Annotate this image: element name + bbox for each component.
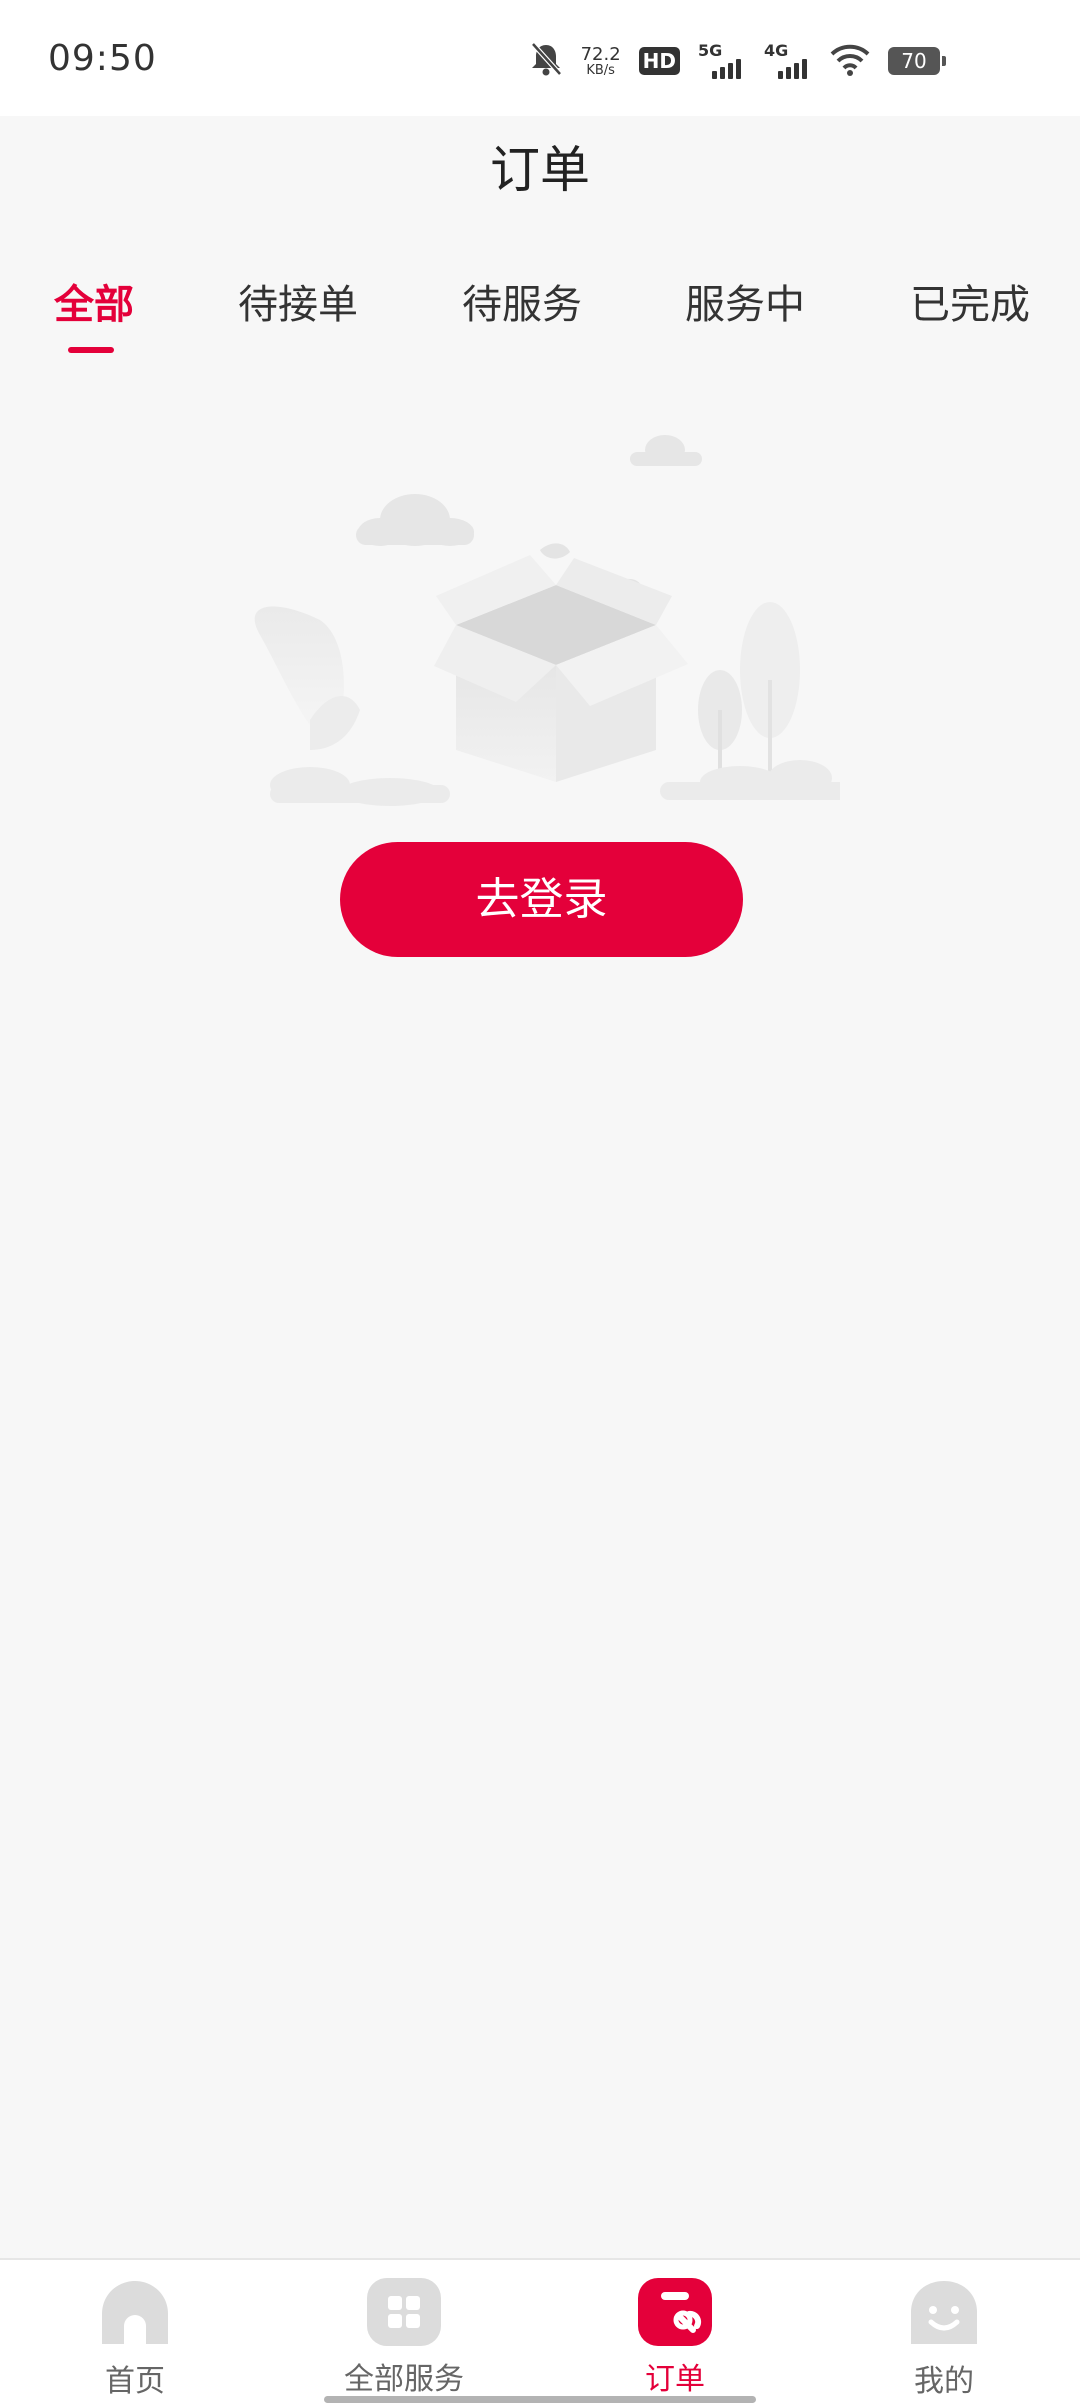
bottom-nav: 首页 全部服务 订单 我的 (0, 2258, 1080, 2408)
nav-label-orders: 订单 (645, 2362, 705, 2397)
wifi-icon (830, 42, 870, 80)
hd-icon: HD (638, 47, 680, 75)
nav-item-profile[interactable]: 我的 (864, 2278, 1024, 2399)
signal-5g-label: 5G (698, 41, 723, 60)
cloud-icon (356, 435, 702, 546)
order-status-tabs: 全部 待接单 待服务 服务中 已完成 (0, 234, 1080, 364)
login-button[interactable]: 去登录 (340, 842, 743, 957)
active-tab-indicator (68, 347, 114, 353)
tab-completed[interactable]: 已完成 (910, 272, 1030, 330)
tab-pending-accept[interactable]: 待接单 (238, 272, 358, 330)
empty-box-illustration (240, 420, 850, 810)
battery-icon: 70 (888, 47, 946, 75)
signal-5g-icon: 5G (698, 41, 746, 79)
signal-4g-label: 4G (764, 41, 789, 60)
order-wrench-icon (638, 2278, 712, 2346)
tab-all[interactable]: 全部 (54, 272, 134, 330)
nav-item-orders[interactable]: 订单 (595, 2278, 755, 2398)
home-indicator (324, 2396, 756, 2403)
grid-icon (367, 2278, 441, 2346)
nav-label-home: 首页 (105, 2364, 165, 2399)
status-icons: 72.2 KB/s HD 5G 4G 70 (529, 40, 946, 82)
nav-item-all-services[interactable]: 全部服务 (324, 2278, 484, 2398)
nav-label-profile: 我的 (914, 2364, 974, 2399)
nav-item-home[interactable]: 首页 (55, 2278, 215, 2399)
profile-face-icon (907, 2278, 981, 2348)
page-title: 订单 (490, 141, 590, 199)
tab-in-service[interactable]: 服务中 (685, 272, 805, 330)
home-icon (98, 2278, 172, 2348)
net-speed: 72.2 KB/s (580, 43, 621, 78)
net-speed-value: 72.2 (580, 43, 621, 65)
mute-bell-icon (529, 41, 563, 81)
nav-label-all-services: 全部服务 (344, 2362, 464, 2397)
status-bar: 09:50 72.2 KB/s HD 5G 4G 70 (0, 0, 1080, 116)
tab-pending-service[interactable]: 待服务 (462, 272, 582, 330)
signal-4g-icon: 4G (764, 41, 812, 79)
net-speed-unit: KB/s (586, 62, 615, 78)
status-time: 09:50 (48, 38, 157, 79)
